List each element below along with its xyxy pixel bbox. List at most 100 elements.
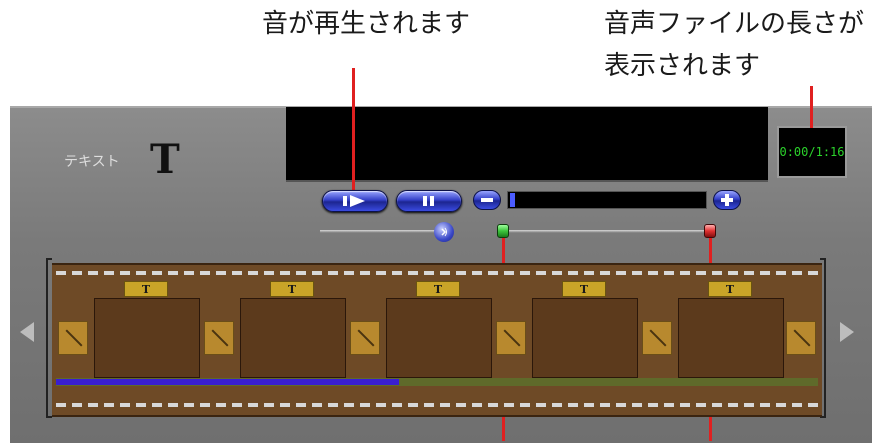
sprocket-hole (328, 403, 338, 407)
sprocket-hole (56, 271, 66, 275)
play-button[interactable] (322, 190, 388, 212)
sprocket-hole (56, 403, 66, 407)
sprocket-hole (344, 271, 354, 275)
sprocket-hole (136, 271, 146, 275)
sprocket-hole (664, 271, 674, 275)
sprocket-hole (472, 271, 482, 275)
length-callout-line1: 音声ファイルの長さが (604, 9, 865, 39)
length-callout-line2: 表示されます (604, 51, 761, 81)
sprocket-hole (216, 271, 226, 275)
trim-range-track[interactable] (498, 230, 714, 233)
sprocket-hole (648, 271, 658, 275)
sprocket-hole (712, 403, 722, 407)
sprocket-row-bottom (56, 401, 818, 409)
sprocket-hole (552, 403, 562, 407)
transition-icon[interactable] (58, 321, 88, 355)
sprocket-hole (792, 271, 802, 275)
sprocket-hole (712, 271, 722, 275)
text-tag[interactable]: T (562, 281, 606, 297)
sprocket-hole (120, 403, 130, 407)
sprocket-hole (552, 271, 562, 275)
sprocket-hole (88, 403, 98, 407)
sprocket-hole (392, 403, 402, 407)
text-tag[interactable]: T (270, 281, 314, 297)
clip-frame[interactable] (532, 298, 638, 378)
volume-knob[interactable] (434, 222, 454, 242)
scroll-right-arrow[interactable] (840, 322, 854, 342)
filmstrip-timeline[interactable]: T T T T T (52, 263, 822, 417)
clip-frame[interactable] (94, 298, 200, 378)
sprocket-hole (776, 271, 786, 275)
sprocket-hole (360, 271, 370, 275)
length-leader-line (810, 86, 813, 128)
sprocket-hole (184, 403, 194, 407)
play-icon (343, 195, 365, 207)
text-tag[interactable]: T (416, 281, 460, 297)
sprocket-hole (376, 271, 386, 275)
play-callout: 音が再生されます (262, 9, 471, 39)
sprocket-hole (232, 403, 242, 407)
scroll-left-arrow[interactable] (20, 322, 34, 342)
sprocket-hole (536, 403, 546, 407)
clip-frame[interactable] (678, 298, 784, 378)
audio-track[interactable] (56, 378, 818, 386)
text-tag[interactable]: T (708, 281, 752, 297)
clip-frame[interactable] (240, 298, 346, 378)
pause-button[interactable] (396, 190, 462, 212)
sprocket-hole (504, 271, 514, 275)
text-tag[interactable]: T (124, 281, 168, 297)
sprocket-hole (168, 403, 178, 407)
zoom-slider-handle[interactable] (510, 193, 515, 207)
zoom-slider[interactable] (507, 191, 707, 209)
sprocket-hole (104, 271, 114, 275)
sprocket-hole (632, 271, 642, 275)
pause-icon (423, 196, 434, 206)
sprocket-hole (136, 403, 146, 407)
duration-display: 0:00/1:16 (777, 126, 847, 178)
sprocket-hole (280, 271, 290, 275)
transition-icon[interactable] (496, 321, 526, 355)
text-track-label: テキスト (64, 154, 120, 170)
sprocket-row-top (56, 269, 818, 277)
sprocket-hole (776, 403, 786, 407)
zoom-in-button[interactable] (713, 190, 741, 210)
sprocket-hole (568, 271, 578, 275)
sprocket-hole (536, 271, 546, 275)
sprocket-hole (616, 271, 626, 275)
sprocket-hole (408, 403, 418, 407)
clip-frame[interactable] (386, 298, 492, 378)
sprocket-hole (600, 271, 610, 275)
sprocket-hole (440, 271, 450, 275)
sprocket-hole (728, 271, 738, 275)
sprocket-hole (600, 403, 610, 407)
volume-slider-track[interactable] (320, 230, 452, 233)
sprocket-hole (424, 403, 434, 407)
trim-start-marker[interactable] (497, 224, 509, 238)
sprocket-hole (504, 403, 514, 407)
audio-played-bar (56, 379, 399, 385)
zoom-out-button[interactable] (473, 190, 501, 210)
sprocket-hole (696, 271, 706, 275)
transition-icon[interactable] (786, 321, 816, 355)
sprocket-hole (680, 403, 690, 407)
trim-end-marker[interactable] (704, 224, 716, 238)
sprocket-hole (200, 403, 210, 407)
text-tool-icon[interactable]: T (150, 136, 180, 183)
sprocket-hole (296, 271, 306, 275)
sprocket-hole (328, 271, 338, 275)
sprocket-hole (488, 403, 498, 407)
sprocket-hole (760, 271, 770, 275)
transition-icon[interactable] (642, 321, 672, 355)
transition-icon[interactable] (204, 321, 234, 355)
sprocket-hole (472, 403, 482, 407)
sprocket-hole (264, 403, 274, 407)
sprocket-hole (344, 403, 354, 407)
sprocket-hole (424, 271, 434, 275)
sprocket-hole (744, 403, 754, 407)
transition-icon[interactable] (350, 321, 380, 355)
sprocket-hole (216, 403, 226, 407)
sprocket-hole (696, 403, 706, 407)
sprocket-hole (88, 271, 98, 275)
sprocket-hole (72, 403, 82, 407)
sprocket-hole (376, 403, 386, 407)
